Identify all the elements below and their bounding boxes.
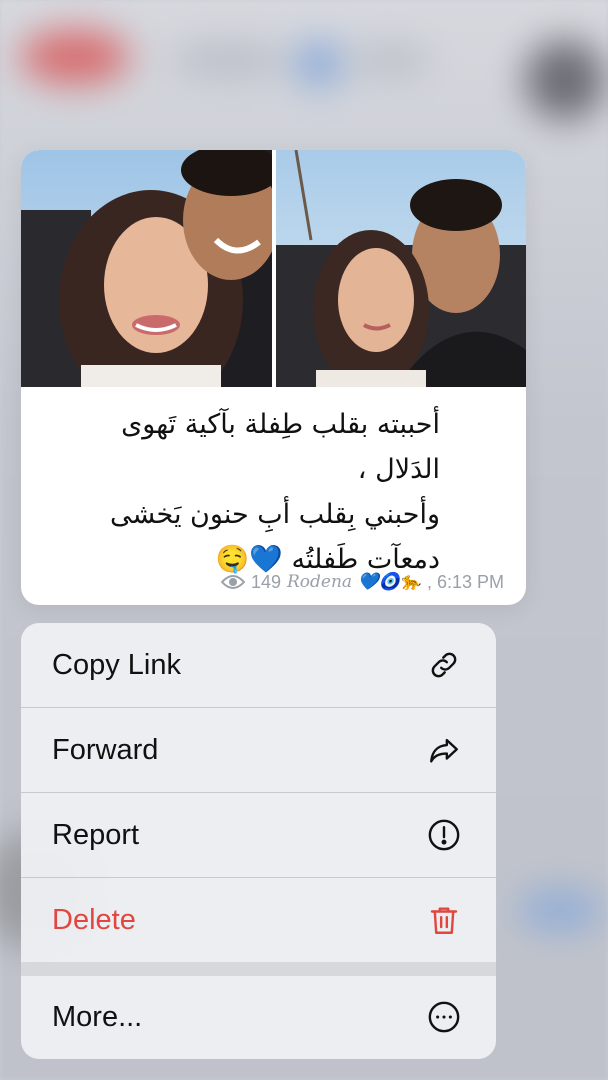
context-menu: Copy Link Forward Report Delete More... (21, 623, 496, 1059)
author-signature: Rodena 💙🧿🐆 (286, 572, 421, 592)
blurred-avatar (525, 40, 605, 120)
eye-icon (220, 574, 245, 590)
photo-right[interactable] (276, 150, 526, 387)
copy-link-menu-item[interactable]: Copy Link (21, 623, 496, 707)
photo-left[interactable] (21, 150, 272, 387)
view-count: 149 (250, 571, 281, 592)
menu-item-label: More... (52, 1000, 143, 1033)
blurred-shape (295, 40, 343, 88)
delete-menu-item[interactable]: Delete (21, 878, 496, 962)
forward-menu-item[interactable]: Forward (21, 708, 496, 792)
blurred-shape (170, 45, 290, 75)
trash-icon (426, 902, 462, 938)
message-text-line: الدَلال ، (357, 454, 440, 485)
link-icon (426, 647, 462, 683)
ellipsis-circle-icon (426, 999, 462, 1035)
menu-group-gap (21, 962, 496, 976)
report-menu-item[interactable]: Report (21, 793, 496, 877)
more-menu-item[interactable]: More... (21, 975, 496, 1059)
menu-item-label: Forward (52, 733, 159, 766)
message-bubble[interactable]: أحببته بقلب طِفلة بآكية تَهوى الدَلال ، … (21, 150, 526, 605)
message-text: أحببته بقلب طِفلة بآكية تَهوى الدَلال ، … (45, 402, 440, 582)
message-text-line: أحببته بقلب طِفلة بآكية تَهوى (121, 409, 440, 440)
menu-item-label: Report (52, 818, 140, 851)
blurred-shape (350, 45, 430, 75)
message-meta: 149 Rodena 💙🧿🐆 , 6:13 PM (220, 570, 504, 594)
menu-item-label: Delete (52, 903, 136, 936)
menu-item-label: Copy Link (52, 648, 181, 681)
exclamation-circle-icon (426, 817, 462, 853)
forward-arrow-icon (426, 732, 462, 768)
message-time: , 6:13 PM (426, 571, 504, 592)
blurred-shape (20, 30, 130, 84)
message-text-line: وأحبني بِقلب أبِ حنون يَخشى (109, 499, 440, 530)
blurred-shape (520, 890, 600, 930)
